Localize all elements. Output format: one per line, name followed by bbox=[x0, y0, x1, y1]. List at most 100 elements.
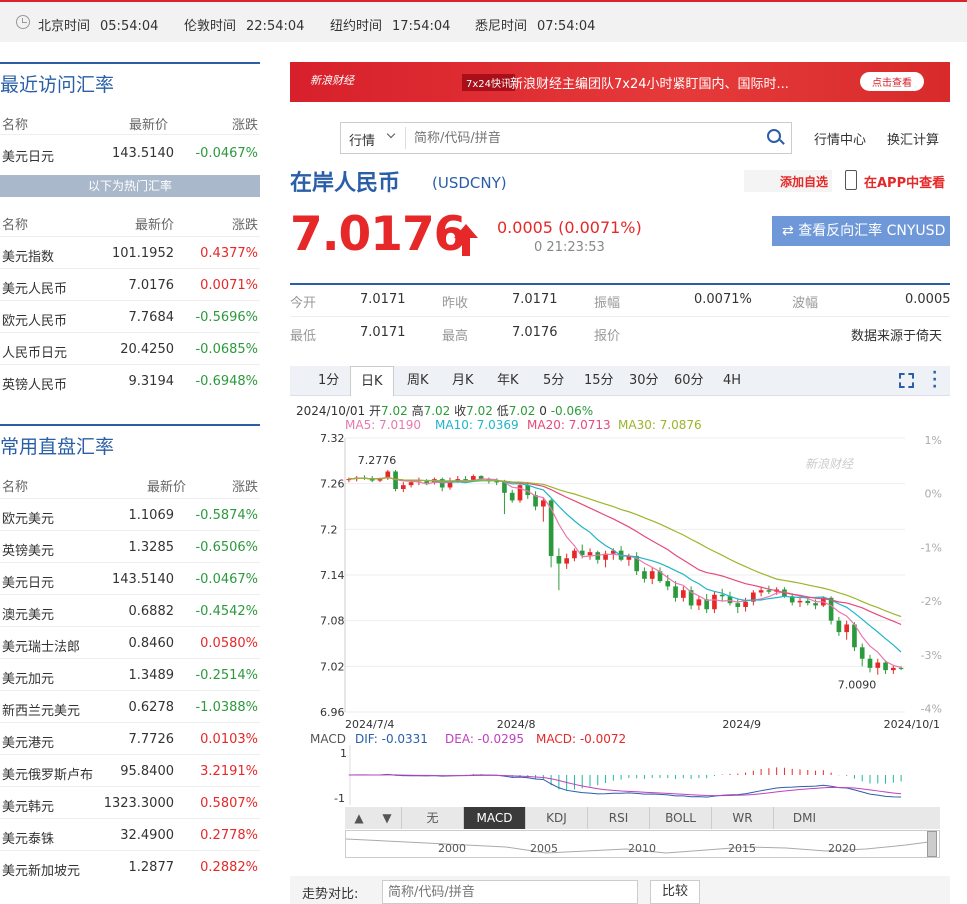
add-watchlist-button[interactable]: 添加自选 bbox=[744, 170, 832, 192]
tab-4h[interactable]: 4H bbox=[723, 366, 741, 396]
tab-yearly[interactable]: 年K bbox=[497, 366, 519, 396]
cross-row[interactable]: 美元港元 7.7726 0.0103% bbox=[0, 724, 260, 756]
fx-calc-link[interactable]: 换汇计算 bbox=[887, 129, 939, 148]
tab-15min[interactable]: 15分 bbox=[584, 366, 614, 396]
macd-chart[interactable]: 1 -1 bbox=[290, 745, 950, 805]
market-center-link[interactable]: 行情中心 bbox=[814, 129, 866, 148]
divider bbox=[0, 236, 260, 237]
divider bbox=[0, 364, 260, 365]
col-name: 名称 bbox=[2, 118, 29, 133]
recent-row[interactable]: 美元日元 143.5140 -0.0467% bbox=[0, 138, 260, 170]
cross-row[interactable]: 美元加元 1.3489 -0.2514% bbox=[0, 660, 260, 692]
chevron-down-icon[interactable] bbox=[386, 129, 396, 139]
indicator-rsi[interactable]: RSI bbox=[587, 807, 649, 829]
indicator-none[interactable]: 无 bbox=[401, 807, 463, 829]
hot-row[interactable]: 欧元人民币 7.7684 -0.5696% bbox=[0, 302, 260, 334]
row-price: 0.8460 bbox=[128, 636, 175, 651]
banner-text[interactable]: 新浪财经主编团队7x24小时紧盯国内、国际时... bbox=[510, 73, 789, 92]
row-name[interactable]: 美元加元 bbox=[2, 668, 54, 687]
cross-row[interactable]: 美元日元 143.5140 -0.0467% bbox=[0, 564, 260, 596]
search-input[interactable] bbox=[405, 127, 745, 149]
row-change: 0.2882% bbox=[200, 860, 258, 875]
cross-row[interactable]: 英镑美元 1.3285 -0.6506% bbox=[0, 532, 260, 564]
tab-1min[interactable]: 1分 bbox=[318, 366, 339, 396]
promo-banner[interactable]: 新浪财经 7x24快讯 新浪财经主编团队7x24小时紧盯国内、国际时... 点击… bbox=[290, 62, 950, 102]
row-name[interactable]: 澳元美元 bbox=[2, 604, 54, 623]
arrow-up-icon[interactable]: ▲ bbox=[345, 807, 373, 829]
hot-row[interactable]: 美元指数 101.1952 0.4377% bbox=[0, 238, 260, 270]
candle-body bbox=[875, 662, 881, 668]
pair-name: 在岸人民币 bbox=[290, 171, 401, 196]
cross-row[interactable]: 美元俄罗斯卢布 95.8400 3.2191% bbox=[0, 756, 260, 788]
compare-input[interactable] bbox=[382, 880, 638, 904]
tab-weekly[interactable]: 周K bbox=[407, 366, 429, 396]
indicator-wr[interactable]: WR bbox=[711, 807, 773, 829]
cross-row[interactable]: 欧元美元 1.1069 -0.5874% bbox=[0, 500, 260, 532]
hot-row[interactable]: 美元人民币 7.0176 0.0071% bbox=[0, 270, 260, 302]
cross-row[interactable]: 美元新加坡元 1.2877 0.2882% bbox=[0, 852, 260, 884]
row-name[interactable]: 美元新加坡元 bbox=[2, 860, 80, 879]
tab-daily[interactable]: 日K bbox=[350, 366, 394, 396]
indicator-dmi[interactable]: DMI bbox=[773, 807, 835, 829]
tab-5min[interactable]: 5分 bbox=[543, 366, 564, 396]
row-price: 7.7726 bbox=[128, 732, 175, 747]
row-change: -0.0467% bbox=[195, 146, 258, 161]
cross-row[interactable]: 美元瑞士法郎 0.8460 0.0580% bbox=[0, 628, 260, 660]
row-name[interactable]: 美元瑞士法郎 bbox=[2, 636, 80, 655]
indicator-boll[interactable]: BOLL bbox=[649, 807, 711, 829]
row-name[interactable]: 美元泰铢 bbox=[2, 828, 54, 847]
ohlc-close-label: 收 bbox=[454, 404, 467, 418]
range-navigator[interactable]: 2000 2005 2010 2015 2020 bbox=[345, 830, 940, 858]
zone-sydney: 悉尼时间 07:54:04 bbox=[475, 19, 596, 34]
nav-year: 2010 bbox=[628, 842, 656, 855]
row-name[interactable]: 英镑美元 bbox=[2, 540, 54, 559]
col-change: 涨跌 bbox=[231, 118, 258, 133]
tab-monthly[interactable]: 月K bbox=[452, 366, 474, 396]
row-name[interactable]: 美元韩元 bbox=[2, 796, 54, 815]
compare-button[interactable]: 比较 bbox=[650, 880, 700, 904]
divider bbox=[290, 316, 950, 317]
indicator-kdj[interactable]: KDJ bbox=[525, 807, 587, 829]
row-change: 0.4377% bbox=[200, 246, 258, 261]
cross-row[interactable]: 新西兰元美元 0.6278 -1.0388% bbox=[0, 692, 260, 724]
price-change: 0.0005 (0.0071%) bbox=[497, 218, 642, 237]
row-name[interactable]: 美元指数 bbox=[2, 246, 54, 265]
cross-row[interactable]: 澳元美元 0.6882 -0.4542% bbox=[0, 596, 260, 628]
ohlc-high: 7.02 bbox=[423, 404, 451, 418]
ohlc-close: 7.02 bbox=[466, 404, 493, 418]
row-name[interactable]: 英镑人民币 bbox=[2, 374, 67, 393]
row-name[interactable]: 人民币日元 bbox=[2, 342, 67, 361]
hot-row[interactable]: 人民币日元 20.4250 -0.0685% bbox=[0, 334, 260, 366]
open-app-link[interactable]: 在APP中查看 bbox=[864, 172, 945, 191]
ohlc-open-label: 开 bbox=[369, 404, 382, 418]
col-name: 名称 bbox=[2, 480, 29, 495]
row-name[interactable]: 欧元美元 bbox=[2, 508, 54, 527]
fullscreen-icon[interactable] bbox=[899, 373, 914, 388]
banner-tag: 7x24快讯 bbox=[462, 74, 516, 91]
more-icon[interactable]: · · · bbox=[932, 366, 937, 394]
cross-row[interactable]: 美元泰铢 32.4900 0.2778% bbox=[0, 820, 260, 852]
pct-tick-label: -2% bbox=[921, 595, 942, 608]
candle-body bbox=[408, 482, 414, 486]
candlestick-chart[interactable]: 7.32 7.26 7.2 7.14 7.08 7.02 6.96 1% 0% -1% -2% -3%… bbox=[290, 430, 950, 730]
range-handle[interactable] bbox=[927, 831, 937, 857]
row-name[interactable]: 欧元人民币 bbox=[2, 310, 67, 329]
row-name[interactable]: 美元人民币 bbox=[2, 278, 67, 297]
row-change: -0.6506% bbox=[195, 540, 258, 555]
tab-30min[interactable]: 30分 bbox=[629, 366, 659, 396]
row-name[interactable]: 新西兰元美元 bbox=[2, 700, 80, 719]
row-name[interactable]: 美元俄罗斯卢布 bbox=[2, 764, 93, 783]
tab-60min[interactable]: 60分 bbox=[674, 366, 704, 396]
banner-button[interactable]: 点击查看 bbox=[860, 72, 924, 91]
row-name[interactable]: 美元日元 bbox=[2, 572, 54, 591]
arrow-down-icon[interactable]: ▼ bbox=[373, 807, 401, 829]
cross-row[interactable]: 美元韩元 1323.3000 0.5807% bbox=[0, 788, 260, 820]
reverse-rate-button[interactable]: ⇄ 查看反向汇率 CNYUSD bbox=[772, 216, 950, 246]
hot-row[interactable]: 英镑人民币 9.3194 -0.6948% bbox=[0, 366, 260, 398]
search-type-select[interactable]: 行情 bbox=[349, 130, 375, 149]
indicator-macd[interactable]: MACD bbox=[463, 807, 525, 829]
x-tick-label: 2024/8 bbox=[497, 718, 536, 730]
row-name[interactable]: 美元日元 bbox=[2, 146, 54, 165]
row-name[interactable]: 美元港元 bbox=[2, 732, 54, 751]
search-icon[interactable] bbox=[767, 129, 781, 143]
